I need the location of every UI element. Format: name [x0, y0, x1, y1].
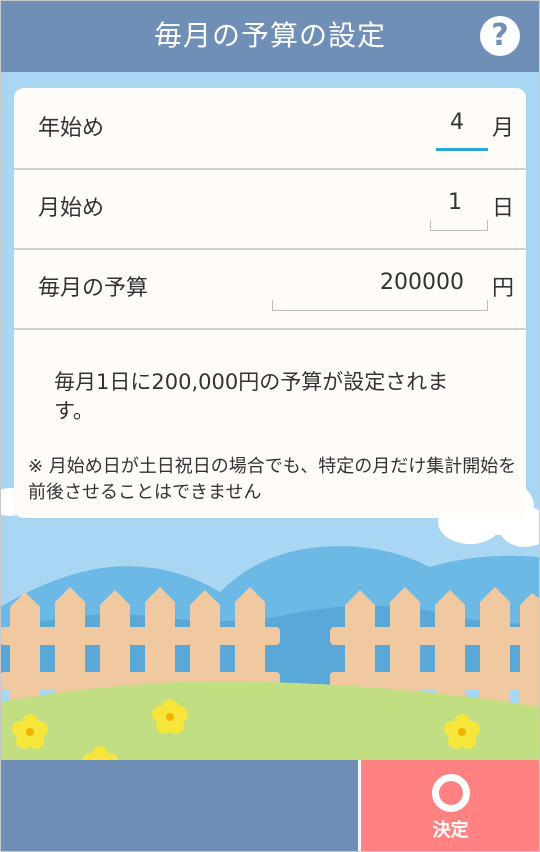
- decide-label: 決定: [432, 820, 469, 841]
- page-title: 毎月の予算の設定: [153, 19, 386, 52]
- monthly-budget-unit: 円: [491, 276, 514, 301]
- year-start-label: 年始め: [38, 116, 105, 141]
- circle-ok-icon: [432, 774, 470, 812]
- bottom-bar-left: [0, 760, 360, 852]
- app-header: 毎月の予算の設定 ?: [0, 0, 540, 72]
- monthly-budget-input-underline: [272, 300, 488, 311]
- monthly-budget-label: 毎月の予算: [38, 276, 149, 301]
- help-button[interactable]: ?: [480, 16, 520, 56]
- decide-button[interactable]: 決定: [361, 760, 540, 852]
- flower-icon: [152, 699, 188, 734]
- month-start-input-underline: [430, 220, 488, 231]
- month-start-row: 月始め 1 日: [14, 168, 526, 250]
- month-start-input[interactable]: 1: [402, 190, 462, 215]
- month-start-unit: 日: [491, 196, 514, 221]
- year-start-input-underline: [436, 148, 488, 151]
- flower-icon: [444, 714, 480, 749]
- flower-icon: [12, 714, 48, 749]
- year-start-row: 年始め 4 月: [14, 88, 526, 170]
- flower-icon: [82, 746, 118, 760]
- budget-summary: 毎月1日に200,000円の予算が設定されます。: [54, 370, 449, 423]
- monthly-budget-input[interactable]: 200000: [264, 270, 464, 295]
- month-start-label: 月始め: [38, 196, 105, 221]
- year-start-unit: 月: [491, 116, 514, 141]
- monthly-budget-row: 毎月の予算 200000 円: [14, 248, 526, 330]
- note-text: ※ 月始め日が土日祝日の場合でも、特定の月だけ集計開始を前後させることはできませ…: [28, 456, 517, 503]
- question-circle-icon: ?: [491, 18, 509, 53]
- year-start-input[interactable]: 4: [404, 110, 464, 135]
- settings-card: 年始め 4 月 月始め 1 日 毎月の予算 200000 円 毎月1日に200,…: [14, 88, 526, 518]
